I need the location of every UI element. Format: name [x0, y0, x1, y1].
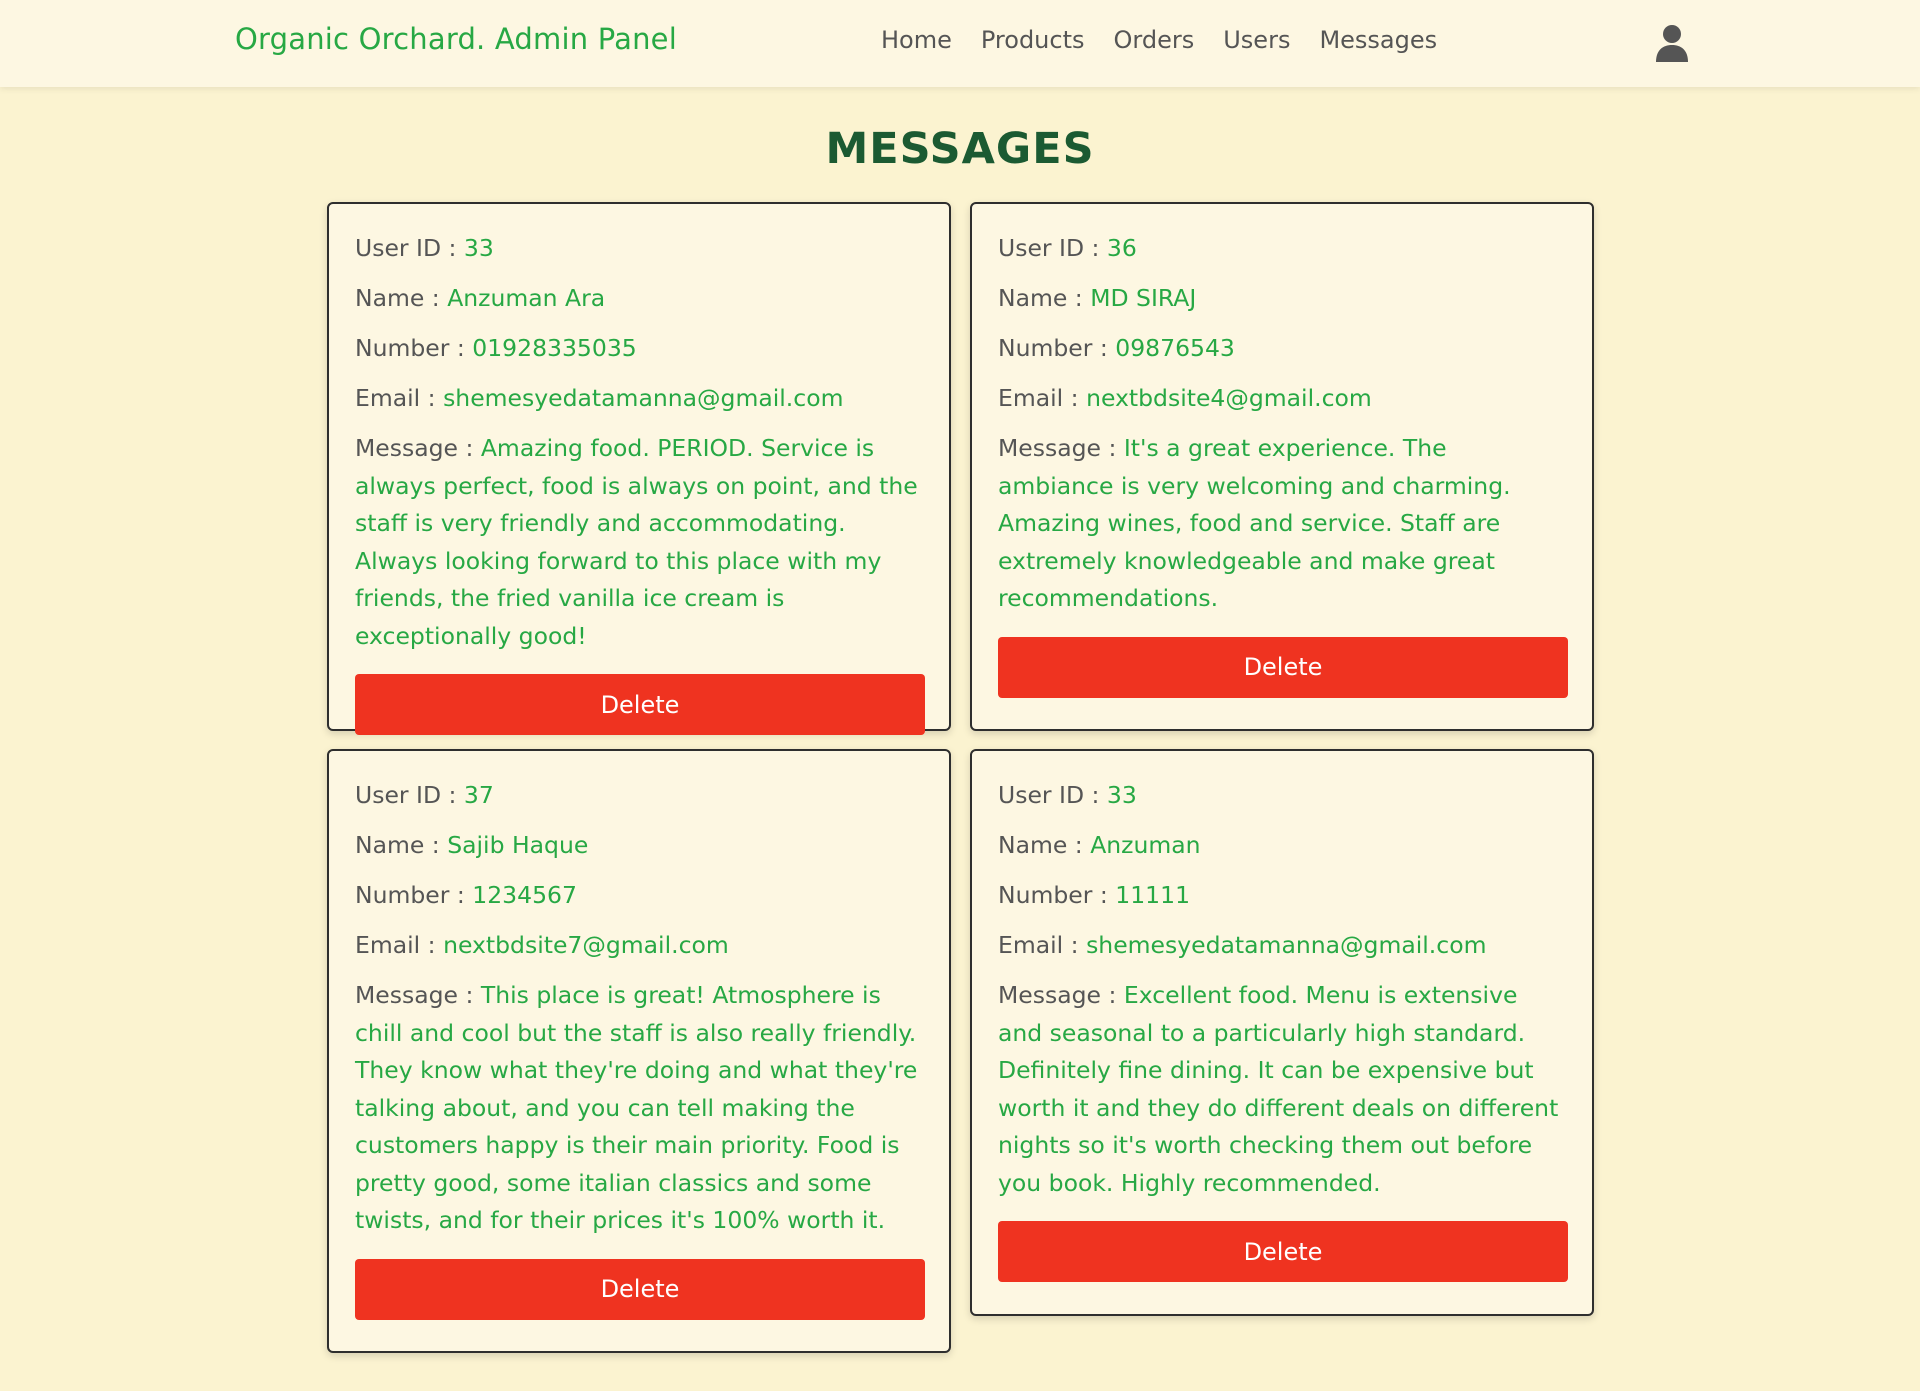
number-value: 09876543: [1115, 334, 1235, 362]
number-value: 01928335035: [472, 334, 637, 362]
user-id-value: 37: [463, 781, 494, 809]
name-row: Name : Anzuman Ara: [355, 280, 923, 318]
brand-logo-link[interactable]: Organic Orchard. Admin Panel: [235, 22, 677, 56]
user-id-label: User ID :: [998, 781, 1107, 809]
email-row: Email : shemesyedatamanna@gmail.com: [355, 380, 923, 418]
user-id-row: User ID : 36: [998, 230, 1566, 268]
name-value: Anzuman Ara: [447, 284, 606, 312]
message-label: Message :: [355, 981, 481, 1009]
number-label: Number :: [998, 881, 1116, 909]
email-value: shemesyedatamanna@gmail.com: [443, 384, 844, 412]
name-label: Name :: [355, 284, 448, 312]
email-row: Email : nextbdsite7@gmail.com: [355, 927, 923, 965]
user-menu-button[interactable]: [1654, 24, 1690, 64]
nav-products-link[interactable]: Products: [981, 26, 1085, 54]
name-label: Name :: [998, 831, 1091, 859]
nav-home-link[interactable]: Home: [881, 26, 952, 54]
number-row: Number : 11111: [998, 877, 1566, 915]
message-row: Message : Excellent food. Menu is extens…: [998, 977, 1566, 1202]
name-value: Anzuman: [1090, 831, 1201, 859]
top-navbar: Organic Orchard. Admin Panel Home Produc…: [0, 0, 1920, 87]
name-label: Name :: [998, 284, 1091, 312]
user-id-row: User ID : 33: [998, 777, 1566, 815]
message-label: Message :: [998, 434, 1124, 462]
email-label: Email :: [355, 931, 444, 959]
delete-button[interactable]: Delete: [355, 674, 925, 735]
message-text: Excellent food. Menu is extensive and se…: [998, 981, 1559, 1197]
nav-messages-link[interactable]: Messages: [1319, 26, 1437, 54]
number-label: Number :: [998, 334, 1116, 362]
message-card: User ID : 33 Name : Anzuman Number : 111…: [970, 749, 1594, 1316]
email-value: nextbdsite4@gmail.com: [1086, 384, 1372, 412]
number-row: Number : 09876543: [998, 330, 1566, 368]
main-nav: Home Products Orders Users Messages: [881, 26, 1437, 54]
delete-button[interactable]: Delete: [998, 1221, 1568, 1282]
number-label: Number :: [355, 334, 473, 362]
email-label: Email :: [355, 384, 444, 412]
user-id-label: User ID :: [355, 234, 464, 262]
user-id-value: 36: [1106, 234, 1137, 262]
name-row: Name : MD SIRAJ: [998, 280, 1566, 318]
number-value: 1234567: [472, 881, 577, 909]
message-card: User ID : 37 Name : Sajib Haque Number :…: [327, 749, 951, 1353]
number-label: Number :: [355, 881, 473, 909]
delete-button[interactable]: Delete: [998, 636, 1568, 698]
nav-orders-link[interactable]: Orders: [1114, 26, 1195, 54]
name-value: MD SIRAJ: [1090, 284, 1197, 312]
message-row: Message : It's a great experience. The a…: [998, 430, 1566, 618]
name-label: Name :: [355, 831, 448, 859]
email-label: Email :: [998, 384, 1087, 412]
message-text: Amazing food. PERIOD. Service is always …: [355, 434, 918, 650]
message-card: User ID : 33 Name : Anzuman Ara Number :…: [327, 202, 951, 735]
user-id-label: User ID :: [355, 781, 464, 809]
name-row: Name : Sajib Haque: [355, 827, 923, 865]
email-label: Email :: [998, 931, 1087, 959]
name-row: Name : Anzuman: [998, 827, 1566, 865]
number-row: Number : 1234567: [355, 877, 923, 915]
message-label: Message :: [355, 434, 481, 462]
message-row: Message : This place is great! Atmospher…: [355, 977, 923, 1240]
number-row: Number : 01928335035: [355, 330, 923, 368]
page-title: MESSAGES: [825, 124, 1095, 174]
email-value: nextbdsite7@gmail.com: [443, 931, 729, 959]
number-value: 11111: [1115, 881, 1191, 909]
user-id-row: User ID : 33: [355, 230, 923, 268]
message-card: User ID : 36 Name : MD SIRAJ Number : 09…: [970, 202, 1594, 731]
user-id-value: 33: [463, 234, 494, 262]
user-id-row: User ID : 37: [355, 777, 923, 815]
message-text: This place is great! Atmosphere is chill…: [355, 981, 918, 1234]
email-value: shemesyedatamanna@gmail.com: [1086, 931, 1487, 959]
nav-users-link[interactable]: Users: [1223, 26, 1290, 54]
user-id-value: 33: [1106, 781, 1137, 809]
message-label: Message :: [998, 981, 1124, 1009]
user-icon: [1656, 25, 1688, 62]
name-value: Sajib Haque: [447, 831, 589, 859]
user-id-label: User ID :: [998, 234, 1107, 262]
email-row: Email : shemesyedatamanna@gmail.com: [998, 927, 1566, 965]
delete-button[interactable]: Delete: [355, 1258, 925, 1320]
message-row: Message : Amazing food. PERIOD. Service …: [355, 430, 923, 655]
email-row: Email : nextbdsite4@gmail.com: [998, 380, 1566, 418]
